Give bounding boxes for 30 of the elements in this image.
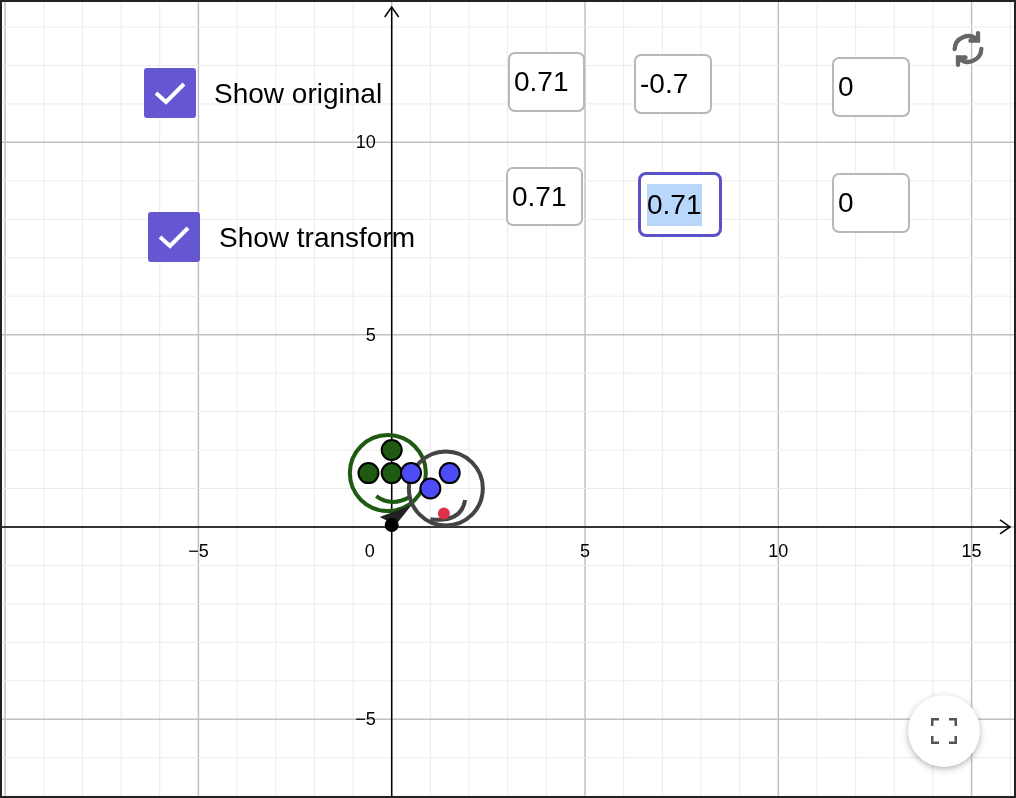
arc-curve xyxy=(430,499,468,522)
point xyxy=(400,462,423,485)
checkbox-label: Show original xyxy=(214,80,383,108)
check-icon xyxy=(157,224,191,250)
point xyxy=(438,462,461,485)
point xyxy=(380,439,403,462)
tick-label: −5 xyxy=(188,540,209,561)
point xyxy=(380,462,403,485)
number-field[interactable]: 0.71 xyxy=(508,52,585,112)
point xyxy=(437,507,450,520)
number-field[interactable]: 0.71 xyxy=(638,172,722,237)
number-field[interactable]: 0.71 xyxy=(506,167,583,226)
checkbox[interactable] xyxy=(148,212,200,262)
point xyxy=(419,477,442,500)
tick-label: 10 xyxy=(355,132,376,153)
check-icon xyxy=(153,80,187,106)
fullscreen-button[interactable] xyxy=(908,695,980,767)
number-field[interactable]: 0 xyxy=(832,57,910,117)
tick-label: 15 xyxy=(961,540,982,561)
point xyxy=(357,462,380,485)
tick-label: −5 xyxy=(355,709,376,730)
checkbox[interactable] xyxy=(144,68,196,118)
number-field[interactable]: 0 xyxy=(832,173,910,233)
tick-label: 5 xyxy=(365,324,376,345)
fullscreen-icon xyxy=(931,718,957,744)
tick-label: 10 xyxy=(768,540,789,561)
number-field[interactable]: -0.7 xyxy=(634,54,712,114)
tick-label: 0 xyxy=(364,540,375,561)
tick-label: 5 xyxy=(580,540,590,561)
origin-point xyxy=(384,517,399,532)
